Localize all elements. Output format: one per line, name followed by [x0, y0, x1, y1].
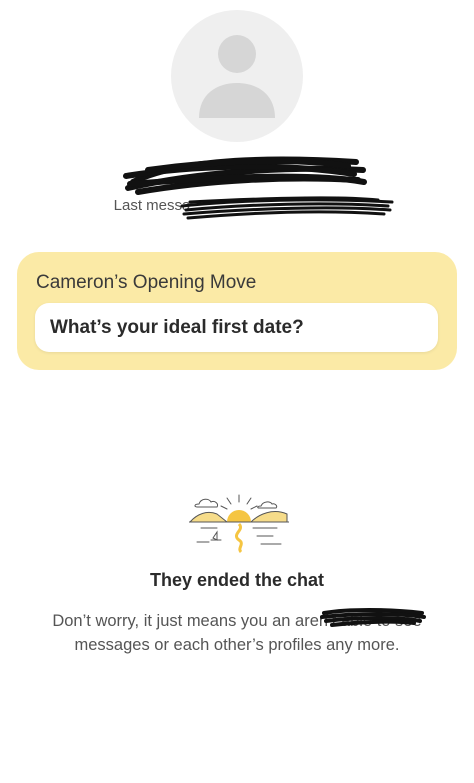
opening-move-title: Cameron’s Opening Move — [36, 272, 257, 293]
chat-ended-title: They ended the chat — [149, 570, 325, 590]
redacted-last-message-scribble — [180, 196, 394, 220]
opening-move-question-text: What’s your ideal first date? — [50, 317, 304, 338]
sunset-beach-illustration-icon — [188, 494, 289, 554]
opening-move-card: Cameron’s Opening Move What’s your ideal… — [17, 252, 457, 370]
user-avatar-placeholder-icon — [199, 35, 275, 118]
profile-avatar[interactable] — [171, 10, 303, 142]
redacted-body-scribble — [320, 608, 426, 627]
opening-move-question[interactable]: What’s your ideal first date? — [35, 303, 438, 352]
chat-ended-screen: Last messa Cameron’s Opening Move What’s… — [0, 0, 474, 783]
